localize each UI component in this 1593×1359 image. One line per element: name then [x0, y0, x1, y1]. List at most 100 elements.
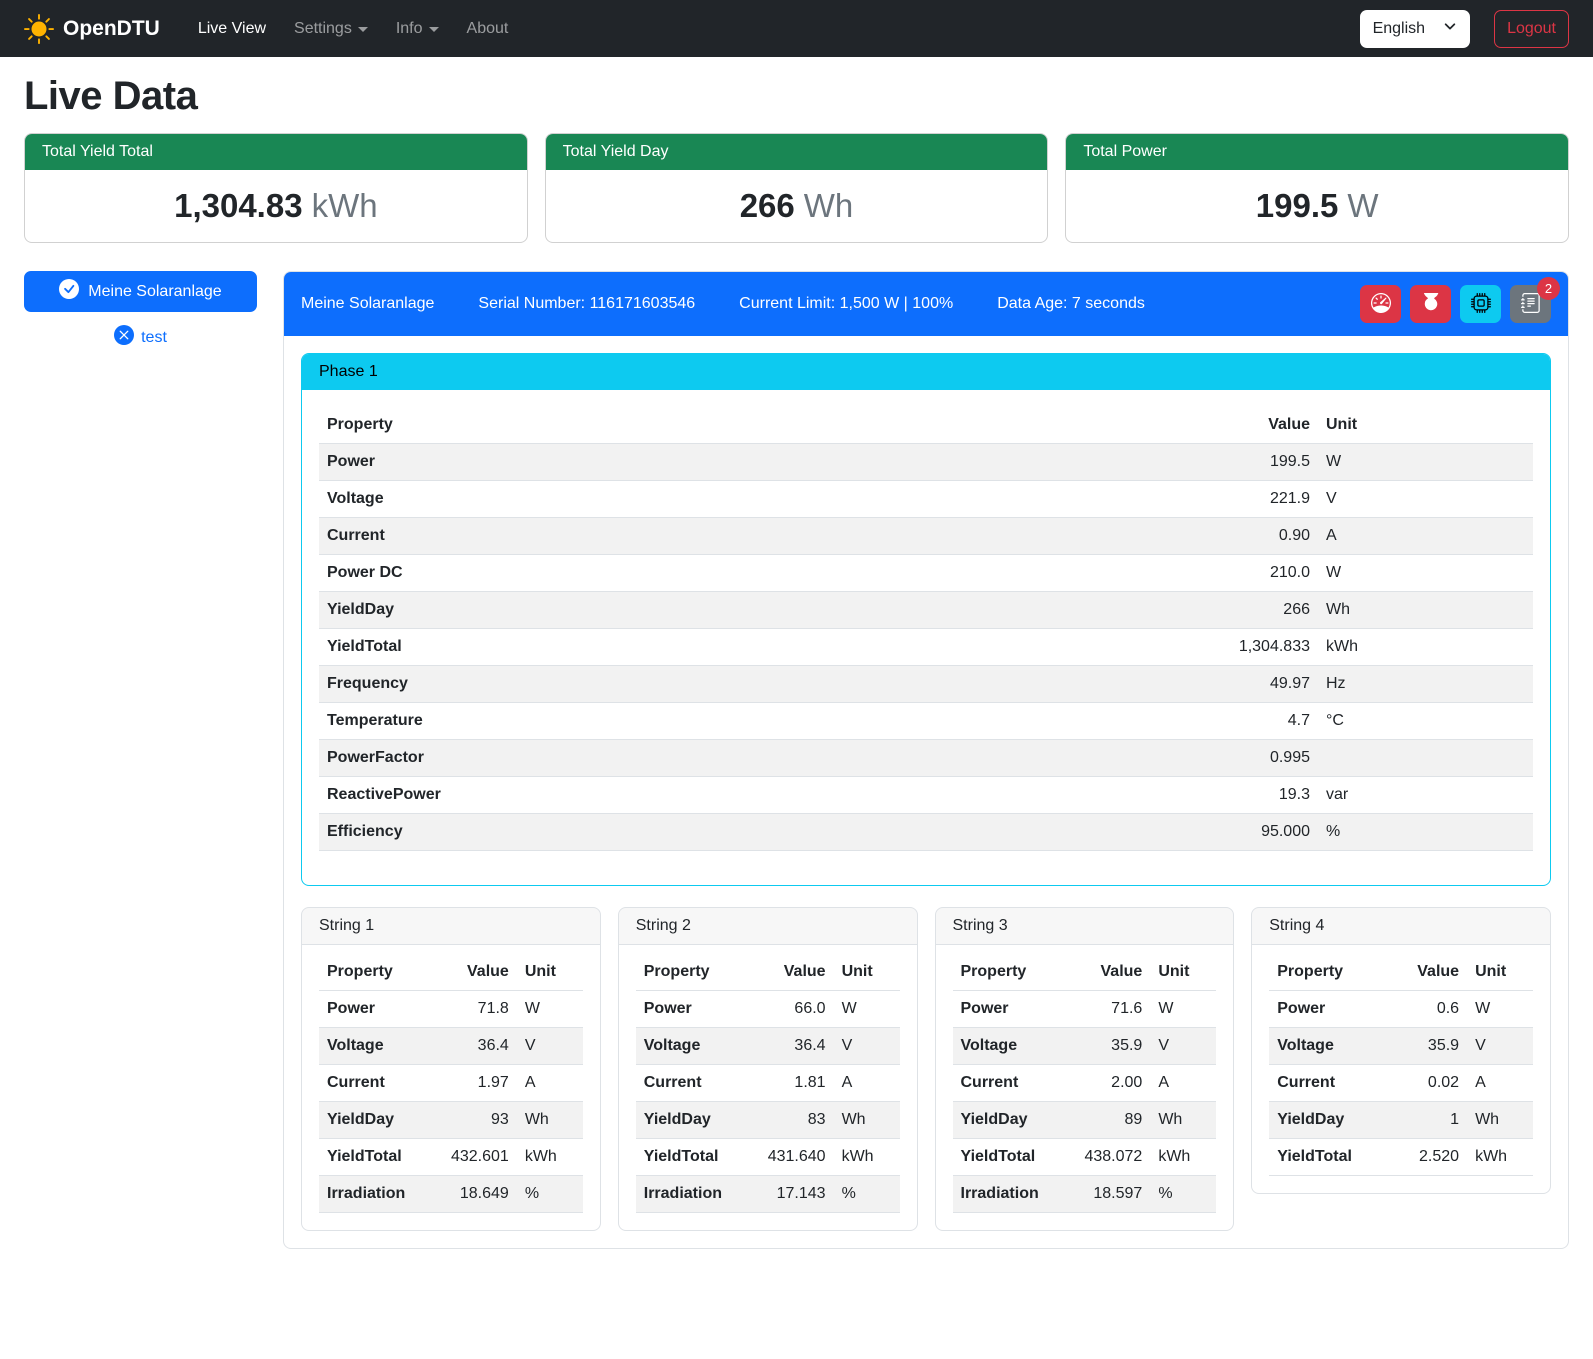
- sidebar-item-meine-solaranlage[interactable]: Meine Solaranlage: [24, 271, 257, 312]
- property-label: Frequency: [319, 666, 1198, 703]
- table-row: Voltage221.9V: [319, 481, 1533, 518]
- property-label: Power: [953, 991, 1061, 1028]
- property-label: YieldDay: [636, 1102, 744, 1139]
- property-label: PowerFactor: [319, 740, 1198, 777]
- card-unit: W: [1347, 187, 1378, 224]
- property-value: 432.601: [427, 1139, 517, 1176]
- property-label: YieldDay: [953, 1102, 1061, 1139]
- table-row: Power199.5W: [319, 444, 1533, 481]
- property-unit: Wh: [517, 1102, 583, 1139]
- string-2-header: String 2: [619, 908, 917, 945]
- property-unit: V: [1150, 1028, 1216, 1065]
- speedometer-icon: [1371, 293, 1391, 316]
- property-value: 93: [427, 1102, 517, 1139]
- property-value: 89: [1061, 1102, 1151, 1139]
- string-4-header: String 4: [1252, 908, 1550, 945]
- col-unit: Unit: [1150, 954, 1216, 991]
- col-property: Property: [953, 954, 1061, 991]
- x-circle-icon: [114, 325, 134, 350]
- property-label: Current: [1269, 1065, 1377, 1102]
- property-value: 1.97: [427, 1065, 517, 1102]
- property-value: 0.02: [1377, 1065, 1467, 1102]
- page-title: Live Data: [24, 74, 1569, 119]
- property-label: Voltage: [319, 481, 1198, 518]
- property-unit: W: [1318, 444, 1533, 481]
- card-total-yield-day: Total Yield Day 266Wh: [545, 133, 1049, 243]
- nav-item-about[interactable]: About: [455, 12, 521, 46]
- card-header: Total Yield Total: [25, 134, 527, 170]
- property-value: 49.97: [1198, 666, 1318, 703]
- property-unit: °C: [1318, 703, 1533, 740]
- phase-1-header: Phase 1: [302, 354, 1550, 390]
- col-property: Property: [319, 407, 1198, 444]
- table-row: YieldTotal431.640kWh: [636, 1139, 900, 1176]
- language-select[interactable]: English: [1360, 10, 1470, 48]
- property-unit: V: [834, 1028, 900, 1065]
- property-label: Irradiation: [636, 1176, 744, 1213]
- property-unit: Hz: [1318, 666, 1533, 703]
- property-label: YieldDay: [1269, 1102, 1377, 1139]
- col-property: Property: [636, 954, 744, 991]
- property-label: YieldTotal: [319, 629, 1198, 666]
- table-row: YieldTotal432.601kWh: [319, 1139, 583, 1176]
- table-row: Current0.90A: [319, 518, 1533, 555]
- card-unit: Wh: [804, 187, 854, 224]
- col-unit: Unit: [1467, 954, 1533, 991]
- property-label: YieldTotal: [1269, 1139, 1377, 1176]
- table-row: ReactivePower19.3var: [319, 777, 1533, 814]
- string-1-header: String 1: [302, 908, 600, 945]
- property-unit: kWh: [1150, 1139, 1216, 1176]
- nav-item-live-view[interactable]: Live View: [186, 12, 278, 46]
- sun-icon: [24, 14, 54, 44]
- nav-item-label: About: [467, 20, 509, 38]
- string-4-table: Property Value Unit Power0.6W Voltage35.…: [1269, 954, 1533, 1176]
- property-value: 221.9: [1198, 481, 1318, 518]
- table-header-row: Property Value Unit: [1269, 954, 1533, 991]
- property-value: 17.143: [744, 1176, 834, 1213]
- property-label: Current: [319, 1065, 427, 1102]
- table-row: Power71.8W: [319, 991, 583, 1028]
- logout-button[interactable]: Logout: [1494, 10, 1569, 48]
- property-label: Voltage: [319, 1028, 427, 1065]
- property-value: 0.6: [1377, 991, 1467, 1028]
- property-label: Irradiation: [953, 1176, 1061, 1213]
- summary-cards-row: Total Yield Total 1,304.83kWh Total Yiel…: [24, 133, 1569, 243]
- property-value: 35.9: [1377, 1028, 1467, 1065]
- card-body: 1,304.83kWh: [25, 170, 527, 242]
- eventlog-count-badge: 2: [1537, 277, 1560, 300]
- col-value: Value: [427, 954, 517, 991]
- property-value: 36.4: [427, 1028, 517, 1065]
- property-label: Voltage: [1269, 1028, 1377, 1065]
- property-unit: %: [517, 1176, 583, 1213]
- col-unit: Unit: [517, 954, 583, 991]
- inverter-panel-header: Meine Solaranlage Serial Number: 1161716…: [284, 272, 1568, 336]
- property-value: 1,304.833: [1198, 629, 1318, 666]
- chevron-down-icon: [358, 27, 368, 32]
- inverter-name: Meine Solaranlage: [301, 295, 434, 313]
- power-toggle-button[interactable]: [1410, 285, 1451, 323]
- eventlog-button[interactable]: 2: [1510, 285, 1551, 323]
- table-row: YieldTotal2.520kWh: [1269, 1139, 1533, 1176]
- property-value: 95.000: [1198, 814, 1318, 851]
- table-row: YieldDay93Wh: [319, 1102, 583, 1139]
- nav-item-info[interactable]: Info: [384, 12, 451, 46]
- property-unit: Wh: [1467, 1102, 1533, 1139]
- property-unit: Wh: [1150, 1102, 1216, 1139]
- table-header-row: Property Value Unit: [636, 954, 900, 991]
- brand[interactable]: OpenDTU: [24, 14, 160, 44]
- property-unit: A: [1150, 1065, 1216, 1102]
- property-unit: W: [517, 991, 583, 1028]
- sidebar-item-label: Meine Solaranlage: [88, 283, 221, 301]
- show-set-limit-button[interactable]: [1360, 285, 1401, 323]
- property-value: 0.995: [1198, 740, 1318, 777]
- property-label: YieldDay: [319, 1102, 427, 1139]
- property-value: 0.90: [1198, 518, 1318, 555]
- property-label: YieldTotal: [319, 1139, 427, 1176]
- device-info-button[interactable]: [1460, 285, 1501, 323]
- sidebar-item-test[interactable]: test: [24, 321, 257, 354]
- col-property: Property: [1269, 954, 1377, 991]
- property-label: Power: [1269, 991, 1377, 1028]
- property-value: 4.7: [1198, 703, 1318, 740]
- property-value: 2.520: [1377, 1139, 1467, 1176]
- nav-item-settings[interactable]: Settings: [282, 12, 380, 46]
